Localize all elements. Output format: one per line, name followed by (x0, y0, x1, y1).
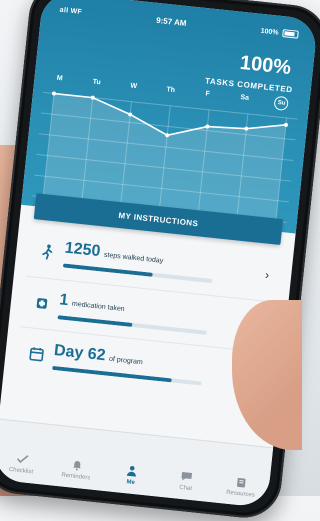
program-day: Day 62 (53, 342, 106, 365)
program-label: of program (109, 356, 143, 367)
steps-label: steps walked today (104, 252, 164, 265)
checklist-icon (16, 453, 29, 466)
tab-chat[interactable]: Chat (161, 468, 211, 494)
tab-label: Chat (179, 485, 192, 492)
chevron-right-icon: › (258, 267, 269, 282)
bottom-tab-bar: Checklist Reminders Me Chat (0, 419, 273, 509)
tab-label: Checklist (8, 467, 33, 476)
day-label[interactable]: Th (166, 86, 175, 94)
pill-icon (32, 294, 52, 314)
battery-percent: 100% (260, 27, 279, 36)
carrier-signal: all WF (59, 6, 82, 15)
status-time: 9:57 AM (156, 15, 187, 27)
day-label[interactable]: Sa (240, 94, 249, 102)
battery-icon (282, 29, 299, 39)
resources-icon (235, 476, 248, 489)
day-label[interactable]: M (56, 75, 63, 83)
tab-checklist[interactable]: Checklist (0, 451, 47, 477)
person-icon (125, 464, 138, 477)
day-label[interactable]: F (205, 90, 210, 97)
tab-reminders[interactable]: Reminders (52, 456, 102, 482)
tasks-percent: 100% (239, 52, 292, 80)
day-label[interactable]: W (130, 82, 137, 90)
steps-count: 1250 (64, 240, 101, 262)
tab-label: Resources (226, 490, 255, 499)
chat-icon (180, 470, 193, 483)
bell-icon (70, 458, 83, 471)
status-bar: all WF 9:57 AM 100% (59, 3, 299, 42)
medication-count: 1 (58, 291, 69, 310)
walking-icon (37, 242, 57, 262)
calendar-icon (27, 344, 47, 364)
day-label[interactable]: Tu (92, 79, 101, 87)
tab-me[interactable]: Me (106, 462, 156, 488)
day-label-today[interactable]: Su (274, 96, 289, 111)
tab-label: Me (126, 479, 135, 486)
medication-label: medication taken (72, 301, 125, 313)
tab-label: Reminders (61, 472, 90, 481)
